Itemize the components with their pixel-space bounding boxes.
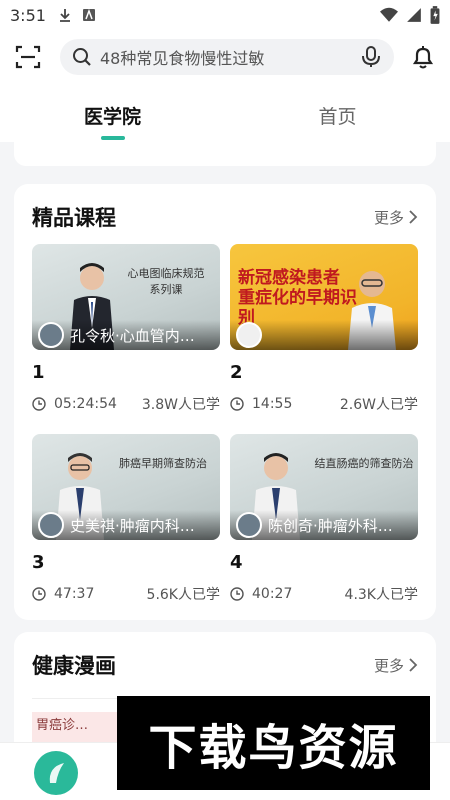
lecturer-name: 陈创奇·肿瘤外科… (268, 516, 393, 535)
more-label: 更多 (373, 208, 404, 227)
course-number: 1 (32, 362, 45, 383)
microphone-icon[interactable] (360, 46, 382, 68)
course-item[interactable]: 心电图临床规范 系列课 孔令秋·心血管内… 1 05:24:54 3.8W人已学 (32, 244, 220, 414)
thumbnail-overlay (230, 320, 418, 350)
course-duration: 40:27 (252, 586, 293, 602)
avatar (38, 512, 64, 538)
more-button[interactable]: 更多 (374, 207, 418, 228)
comic-preview-text: 胃癌诊… (36, 718, 89, 733)
tab-home[interactable]: 首页 (225, 92, 450, 142)
watermark-overlay: 下载鸟资源 (117, 696, 430, 790)
course-thumbnail[interactable]: 结直肠癌的筛查防治 陈创奇·肿瘤外科… (230, 434, 418, 540)
featured-courses-card: 精品课程 更多 心电图临床规范 系列课 孔令秋·心血管内… 1 05:24:54… (14, 184, 436, 620)
course-learners: 4.3K人已学 (344, 587, 418, 603)
tab-medical-school[interactable]: 医学院 (0, 92, 225, 142)
more-button[interactable]: 更多 (374, 655, 418, 676)
section-title: 精品课程 (32, 206, 116, 230)
course-meta: 14:55 2.6W人已学 (230, 394, 418, 414)
course-thumbnail[interactable]: 肺癌早期筛查防治 史美祺·肿瘤内科… (32, 434, 220, 540)
clock-icon (230, 587, 244, 601)
course-duration: 14:55 (252, 396, 293, 412)
chevron-right-icon (409, 658, 418, 672)
search-placeholder: 48种常见食物慢性过敏 (100, 49, 265, 68)
lecturer-name: 孔令秋·心血管内… (70, 326, 195, 345)
more-label: 更多 (373, 656, 404, 675)
clock-icon (230, 397, 244, 411)
signal-icon (407, 8, 421, 22)
thumbnail-overlay: 孔令秋·心血管内… (32, 320, 220, 350)
status-time: 3:51 (10, 5, 46, 25)
course-thumbnail[interactable]: 心电图临床规范 系列课 孔令秋·心血管内… (32, 244, 220, 350)
tab-bar: 医学院 首页 (0, 92, 450, 142)
avatar (38, 322, 64, 348)
avatar (236, 512, 262, 538)
slide-title: 结直肠癌的筛查防治 (314, 457, 414, 470)
tab-label: 首页 (318, 106, 357, 128)
wifi-icon (380, 7, 398, 22)
leaf-logo-icon (49, 763, 64, 783)
scan-icon[interactable] (14, 43, 42, 71)
slide-title: 新冠感染患者 重症化的早期识别 (238, 268, 357, 328)
previous-card-edge (14, 142, 436, 166)
course-number: 2 (230, 362, 243, 383)
lecturer-name: 史美祺·肿瘤内科… (70, 516, 195, 535)
section-title: 健康漫画 (32, 654, 116, 678)
chevron-right-icon (409, 210, 418, 224)
avatar (236, 322, 262, 348)
course-duration: 47:37 (54, 586, 95, 602)
course-learners: 2.6W人已学 (339, 397, 418, 413)
slide-title: 心电图临床规范 系列课 (127, 267, 205, 296)
app-notification-icon (82, 8, 95, 21)
tab-active-indicator (100, 136, 125, 140)
app-logo-button[interactable] (34, 751, 78, 795)
search-input[interactable]: 48种常见食物慢性过敏 (60, 39, 394, 75)
course-duration: 05:24:54 (54, 396, 117, 412)
course-item[interactable]: 结直肠癌的筛查防治 陈创奇·肿瘤外科… 4 40:27 4.3K人已学 (230, 434, 418, 604)
section-header: 健康漫画 更多 (32, 650, 418, 680)
download-icon (59, 9, 70, 22)
course-meta: 05:24:54 3.8W人已学 (32, 394, 220, 414)
clock-icon (32, 397, 46, 411)
course-meta: 47:37 5.6K人已学 (32, 584, 220, 604)
battery-icon (430, 6, 440, 24)
course-item[interactable]: 新冠感染患者 重症化的早期识别 2 14:55 2.6W人已学 (230, 244, 418, 414)
thumbnail-overlay: 史美祺·肿瘤内科… (32, 510, 220, 540)
status-bar: 3:51 (0, 0, 450, 30)
course-number: 4 (230, 552, 243, 573)
clock-icon (32, 587, 46, 601)
search-icon (73, 48, 91, 66)
bell-icon[interactable] (410, 44, 436, 70)
course-learners: 3.8W人已学 (141, 397, 220, 413)
thumbnail-overlay: 陈创奇·肿瘤外科… (230, 510, 418, 540)
top-bar: 48种常见食物慢性过敏 (0, 34, 450, 80)
course-number: 3 (32, 552, 45, 573)
course-item[interactable]: 肺癌早期筛查防治 史美祺·肿瘤内科… 3 47:37 5.6K人已学 (32, 434, 220, 604)
tab-label: 医学院 (83, 106, 141, 128)
course-learners: 5.6K人已学 (146, 587, 220, 603)
slide-title: 肺癌早期筛查防治 (119, 457, 207, 470)
course-meta: 40:27 4.3K人已学 (230, 584, 418, 604)
section-header: 精品课程 更多 (32, 202, 418, 232)
course-thumbnail[interactable]: 新冠感染患者 重症化的早期识别 (230, 244, 418, 350)
watermark-text: 下载鸟资源 (148, 720, 399, 776)
